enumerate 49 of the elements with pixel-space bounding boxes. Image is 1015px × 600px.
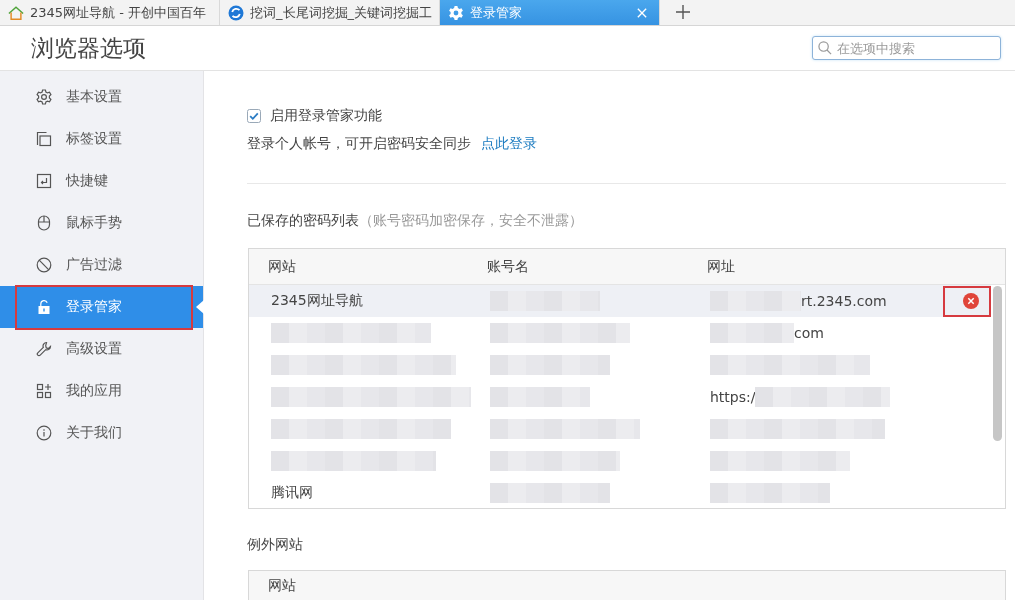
search-icon <box>818 41 832 55</box>
info-icon <box>36 425 52 441</box>
table-row[interactable]: 2345网址导航 rt.2345.com <box>249 285 991 317</box>
logo-icon <box>228 4 244 21</box>
table-row[interactable]: https:/ <box>249 381 991 413</box>
gear-icon <box>36 89 52 105</box>
scrollbar-thumb[interactable] <box>993 286 1002 441</box>
sync-hint: 登录个人帐号，可开启密码安全同步 <box>247 135 471 153</box>
delete-icon[interactable] <box>963 293 979 309</box>
login-link[interactable]: 点此登录 <box>481 135 537 153</box>
sidebar-item[interactable]: 关于我们 <box>0 412 203 454</box>
lock-icon <box>36 299 52 315</box>
sidebar-item[interactable]: 鼠标手势 <box>0 202 203 244</box>
table-cell: https:/ <box>710 389 756 405</box>
plus-icon[interactable] <box>676 5 690 19</box>
sidebar-item[interactable]: 高级设置 <box>0 328 203 370</box>
sidebar-item[interactable]: 我的应用 <box>0 370 203 412</box>
table-cell: com <box>794 325 824 341</box>
browser-tab[interactable]: 2345网址导航 - 开创中国百年 <box>0 0 220 25</box>
apps-grid-icon <box>36 383 52 399</box>
page-title: 浏览器选项 <box>31 33 146 63</box>
search-field[interactable]: 在选项中搜索 <box>812 36 1001 60</box>
table-cell: 2345网址导航 <box>271 292 363 310</box>
prohibited-icon <box>36 257 52 273</box>
gear-icon <box>448 4 464 21</box>
column-header: 网址 <box>707 257 735 276</box>
wrench-icon <box>36 341 52 357</box>
house-icon <box>8 4 24 21</box>
keyboard-key-icon <box>36 173 52 189</box>
section-note: （账号密码加密保存，安全不泄露） <box>359 212 583 230</box>
sidebar-item[interactable]: 快捷键 <box>0 160 203 202</box>
checkbox[interactable] <box>247 109 261 123</box>
column-header: 账号名 <box>487 257 529 276</box>
table-row[interactable]: 腾讯网 <box>249 477 991 508</box>
sidebar-item[interactable]: 广告过滤 <box>0 244 203 286</box>
section-title: 已保存的密码列表 <box>247 212 359 230</box>
table-cell: rt.2345.com <box>801 293 887 309</box>
column-header: 网站 <box>268 257 296 276</box>
column-header: 网站 <box>268 576 296 595</box>
table-row[interactable]: com <box>249 317 991 349</box>
checkbox-label[interactable]: 启用登录管家功能 <box>270 107 382 125</box>
sidebar-item[interactable]: 标签设置 <box>0 118 203 160</box>
selection-pointer <box>196 300 204 314</box>
table-cell: 腾讯网 <box>271 484 313 502</box>
tabs-icon <box>36 131 52 147</box>
mouse-icon <box>36 215 52 231</box>
sidebar-item[interactable]: 基本设置 <box>0 76 203 118</box>
close-icon[interactable] <box>637 7 647 18</box>
section-title: 例外网站 <box>247 535 304 554</box>
